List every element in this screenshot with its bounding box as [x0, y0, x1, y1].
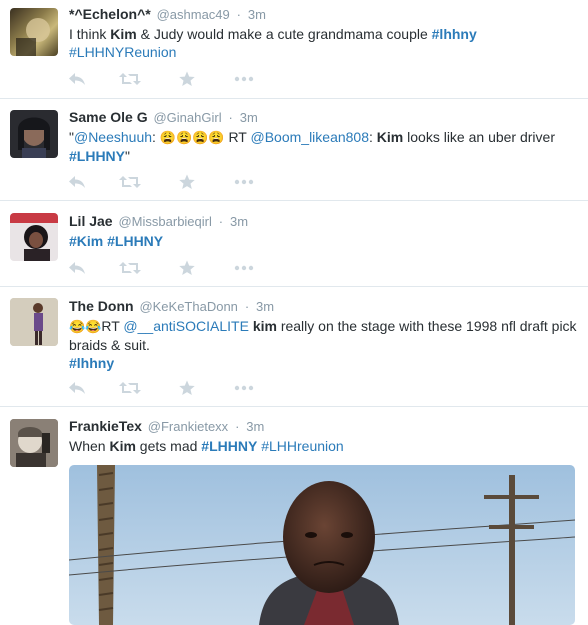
tweet-4[interactable]: The Donn @KeKeThaDonn · 3m 😂😂RT @__antiS… — [0, 287, 588, 407]
more-icon[interactable] — [232, 70, 256, 88]
emoji: 😩😩😩😩 — [159, 130, 225, 145]
mention[interactable]: @__antiSOCIALITE — [123, 318, 249, 334]
hashtag[interactable]: #LHHreunion — [261, 438, 344, 454]
avatar[interactable] — [10, 213, 58, 261]
emoji: 😂😂 — [69, 319, 102, 334]
mention[interactable]: @Boom_likean808 — [251, 129, 370, 145]
username[interactable]: @ashmac49 — [157, 7, 230, 22]
separator: · — [218, 214, 224, 229]
timestamp[interactable]: 3m — [248, 7, 266, 22]
highlight-term: Kim — [109, 438, 136, 454]
favorite-icon[interactable] — [175, 259, 199, 277]
more-icon[interactable] — [232, 259, 256, 277]
separator: · — [244, 299, 250, 314]
avatar[interactable] — [10, 8, 58, 56]
username[interactable]: @Missbarbieqirl — [118, 214, 211, 229]
timestamp[interactable]: 3m — [230, 214, 248, 229]
username[interactable]: @KeKeThaDonn — [139, 299, 237, 314]
retweet-icon[interactable] — [118, 259, 142, 277]
timestamp[interactable]: 3m — [240, 110, 258, 125]
tweet-header: *^Echelon^* @ashmac49 · 3m — [69, 5, 580, 24]
reply-icon[interactable] — [65, 379, 89, 397]
fullname[interactable]: FrankieTex — [69, 418, 142, 434]
hashtag[interactable]: #LHHNY — [201, 438, 257, 454]
favorite-icon[interactable] — [175, 173, 199, 191]
tweet-actions — [69, 173, 289, 191]
retweet-icon[interactable] — [118, 379, 142, 397]
tweet-header: Same Ole G @GinahGirl · 3m — [69, 108, 580, 127]
highlight-term: Kim — [110, 26, 137, 42]
tweet-text: "@Neeshuuh: 😩😩😩😩 RT @Boom_likean808: Kim… — [69, 129, 555, 164]
more-icon[interactable] — [232, 379, 256, 397]
highlight-term: kim — [252, 318, 277, 334]
tweet-header: The Donn @KeKeThaDonn · 3m — [69, 297, 580, 316]
tweet-media-image[interactable] — [69, 465, 575, 625]
more-icon[interactable] — [232, 173, 256, 191]
hashtag[interactable]: #lhhny — [69, 355, 114, 371]
hashtag[interactable]: #Kim — [69, 233, 103, 249]
avatar[interactable] — [10, 298, 58, 346]
reply-icon[interactable] — [65, 173, 89, 191]
retweet-icon[interactable] — [118, 70, 142, 88]
tweet-1[interactable]: *^Echelon^* @ashmac49 · 3m I think Kim &… — [0, 0, 588, 99]
avatar[interactable] — [10, 419, 58, 467]
reply-icon[interactable] — [65, 259, 89, 277]
tweet-text: When Kim gets mad #LHHNY #LHHreunion — [69, 438, 344, 454]
tweet-text: 😂😂RT @__antiSOCIALITE kim really on the … — [69, 318, 577, 371]
tweet-actions — [69, 379, 289, 397]
tweet-actions — [69, 259, 289, 277]
fullname[interactable]: Same Ole G — [69, 109, 148, 125]
tweet-header: FrankieTex @Frankietexx · 3m — [69, 417, 580, 436]
avatar[interactable] — [10, 110, 58, 158]
favorite-icon[interactable] — [175, 379, 199, 397]
hashtag[interactable]: #LHHNY — [107, 233, 163, 249]
fullname[interactable]: *^Echelon^* — [69, 6, 151, 22]
highlight-term: Kim — [376, 129, 404, 145]
tweet-text: #Kim #LHHNY — [69, 232, 580, 250]
tweet-text: I think Kim & Judy would make a cute gra… — [69, 26, 477, 60]
mention[interactable]: @Neeshuuh — [74, 129, 152, 145]
separator: · — [228, 110, 233, 125]
timestamp[interactable]: 3m — [256, 299, 274, 314]
hashtag[interactable]: #LHHNYReunion — [69, 44, 176, 60]
fullname[interactable]: Lil Jae — [69, 213, 113, 229]
username[interactable]: @GinahGirl — [153, 110, 221, 125]
separator: · — [235, 419, 240, 434]
hashtag[interactable]: #LHHNY — [69, 148, 125, 164]
tweet-2[interactable]: Same Ole G @GinahGirl · 3m "@Neeshuuh: 😩… — [0, 99, 588, 201]
username[interactable]: @Frankietexx — [148, 419, 228, 434]
timestamp[interactable]: 3m — [246, 419, 264, 434]
tweet-3[interactable]: Lil Jae @Missbarbieqirl · 3m #Kim #LHHNY — [0, 201, 588, 287]
separator: · — [236, 7, 242, 22]
retweet-icon[interactable] — [118, 173, 142, 191]
reply-icon[interactable] — [65, 70, 89, 88]
tweet-header: Lil Jae @Missbarbieqirl · 3m — [69, 212, 580, 231]
tweet-actions — [69, 70, 289, 88]
hashtag[interactable]: #lhhny — [432, 26, 477, 42]
favorite-icon[interactable] — [175, 70, 199, 88]
fullname[interactable]: The Donn — [69, 298, 134, 314]
